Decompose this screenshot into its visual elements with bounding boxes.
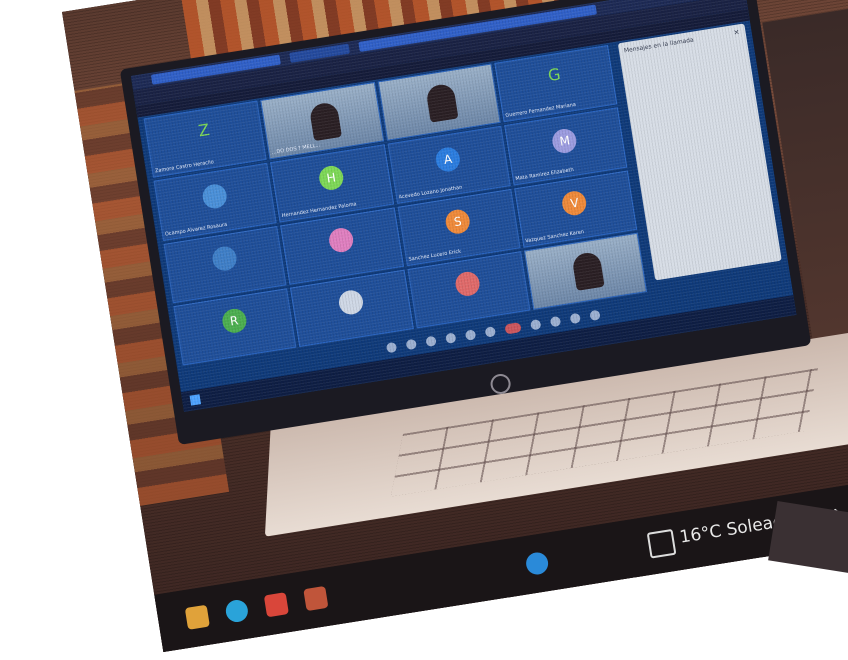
avatar: H bbox=[317, 163, 345, 192]
avatar: S bbox=[444, 207, 472, 236]
participant-initial: G bbox=[546, 64, 562, 86]
close-icon[interactable]: ✕ bbox=[733, 28, 740, 37]
people-button[interactable] bbox=[549, 315, 562, 328]
avatar: R bbox=[220, 307, 248, 335]
chat-button[interactable] bbox=[569, 312, 581, 325]
leave-call-button[interactable] bbox=[504, 322, 522, 335]
avatar: V bbox=[560, 189, 589, 217]
avatar: M bbox=[550, 126, 579, 155]
participant-name bbox=[185, 345, 293, 362]
file-explorer-icon[interactable] bbox=[184, 604, 210, 630]
avatar: A bbox=[434, 145, 462, 173]
avatar bbox=[210, 244, 238, 273]
share-screen-button[interactable] bbox=[425, 335, 437, 348]
reactions-button[interactable] bbox=[445, 332, 457, 344]
foreground-object bbox=[768, 501, 848, 580]
chrome-icon[interactable] bbox=[263, 592, 289, 618]
app-icon[interactable] bbox=[303, 585, 329, 612]
photo: Z Zamora Castro Heraclio ...DO DOS ? MELL.… bbox=[0, 0, 848, 660]
info-button[interactable] bbox=[530, 319, 542, 331]
participant-initial: Z bbox=[197, 120, 211, 141]
avatar bbox=[327, 226, 355, 254]
activities-button[interactable] bbox=[589, 309, 601, 322]
weather-icon[interactable] bbox=[646, 528, 677, 559]
camera-button[interactable] bbox=[405, 338, 418, 351]
microphone-button[interactable] bbox=[385, 341, 398, 354]
photo-scene: Z Zamora Castro Heraclio ...DO DOS ? MELL.… bbox=[62, 0, 848, 653]
browser-icon[interactable] bbox=[524, 550, 550, 577]
captions-button[interactable] bbox=[464, 329, 477, 341]
avatar bbox=[337, 288, 365, 317]
avatar bbox=[453, 270, 482, 298]
avatar bbox=[200, 182, 229, 210]
edge-icon[interactable] bbox=[224, 598, 250, 624]
windows-start-icon[interactable] bbox=[189, 394, 202, 406]
more-options-button[interactable] bbox=[484, 326, 497, 338]
